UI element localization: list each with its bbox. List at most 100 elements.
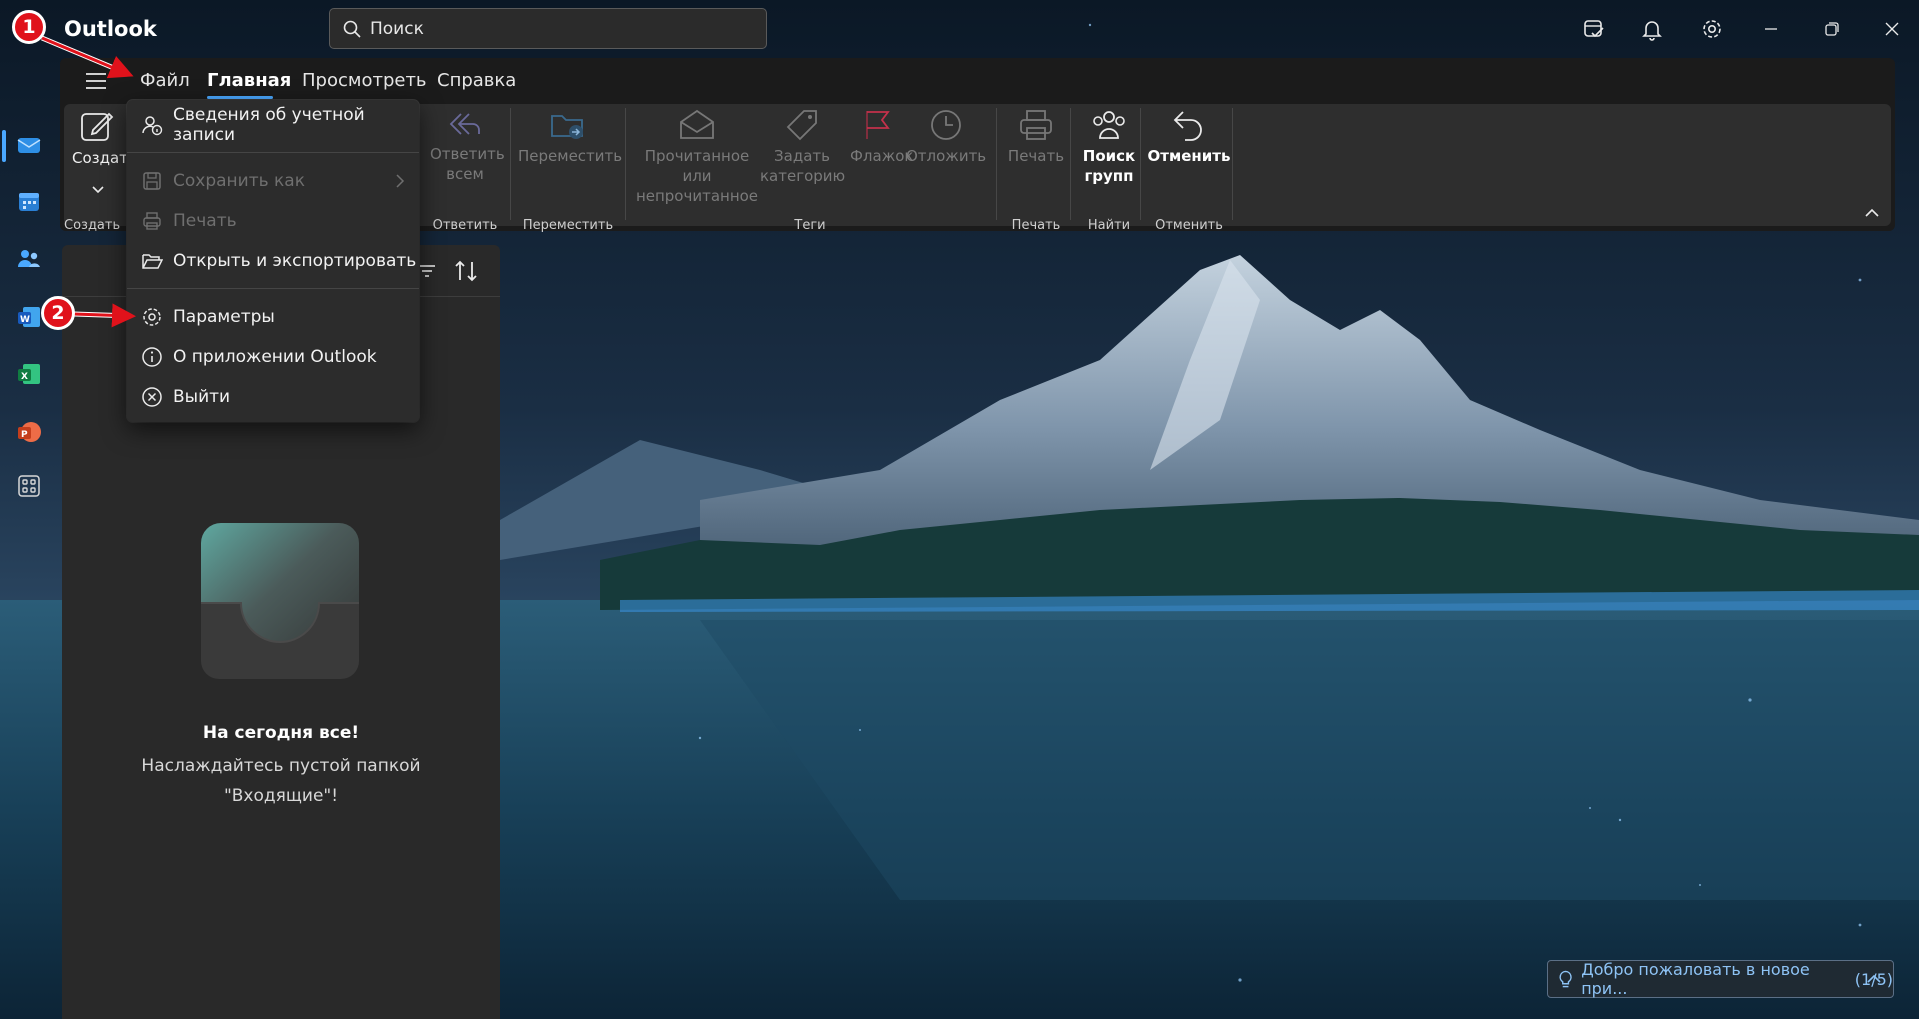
svg-text:W: W — [20, 315, 30, 325]
rail-excel-icon[interactable]: X — [13, 358, 45, 390]
empty-inbox-line2: "Входящие"! — [223, 786, 339, 806]
menu-item-label: Параметры — [173, 307, 275, 327]
step-marker-1: 1 — [12, 10, 46, 44]
reply-all-icon — [449, 113, 480, 135]
menu-item-save-as[interactable]: Сохранить как — [127, 163, 419, 199]
tab-home-underline — [207, 96, 273, 99]
menu-item-label: Печать — [173, 211, 237, 231]
undo-button[interactable]: Отменить — [1146, 108, 1232, 166]
reply-all-label-line1: Ответить — [430, 145, 505, 163]
menu-item-settings[interactable]: Параметры — [127, 299, 419, 335]
categorize-button[interactable]: Задать категорию — [760, 108, 845, 186]
rail-mail-icon[interactable] — [13, 129, 45, 161]
rail-active-indicator — [2, 130, 6, 162]
flag-label: Флажок — [850, 147, 914, 165]
tab-help[interactable]: Справка — [437, 70, 516, 91]
find-groups-line1: Поиск — [1082, 147, 1136, 165]
ribbon-separator — [625, 108, 626, 220]
group-label-tags: Теги — [794, 218, 826, 233]
step-marker-2: 2 — [41, 296, 75, 330]
find-groups-button[interactable]: Поиск групп — [1073, 108, 1145, 186]
create-chevron-icon[interactable] — [92, 186, 104, 194]
minimize-icon[interactable] — [1757, 15, 1785, 43]
gear-icon[interactable] — [1698, 15, 1726, 43]
gear-icon — [141, 306, 163, 328]
tab-view[interactable]: Просмотреть — [302, 70, 427, 91]
compose-icon — [81, 112, 114, 141]
print-button[interactable]: Печать — [1000, 108, 1072, 166]
filter-icon[interactable] — [418, 264, 436, 278]
snooze-label: Отложить — [906, 147, 987, 165]
group-label-find: Найти — [1087, 218, 1131, 233]
printer-icon — [1020, 110, 1052, 140]
ribbon-tabs: Файл Главная Просмотреть Справка — [60, 58, 1895, 104]
move-label: Переместить — [518, 147, 623, 165]
search-icon — [343, 20, 361, 38]
ribbon-separator — [1070, 108, 1071, 220]
restore-icon[interactable] — [1818, 15, 1846, 43]
reply-all-label-line2: всем — [446, 165, 484, 183]
envelope-open-icon — [680, 109, 714, 139]
hamburger-menu-icon[interactable] — [84, 70, 108, 92]
menu-item-label: О приложении Outlook — [173, 347, 377, 367]
bell-icon[interactable] — [1638, 15, 1666, 43]
sort-icon[interactable] — [454, 260, 478, 282]
menu-item-label: Открыть и экспортировать — [173, 251, 417, 271]
move-button[interactable]: Переместить — [518, 108, 622, 166]
menu-item-about[interactable]: О приложении Outlook — [127, 339, 419, 375]
people-group-icon — [1093, 111, 1125, 139]
read-unread-line1: Прочитанное или — [644, 147, 750, 185]
read-unread-button[interactable]: Прочитанное или непрочитанное — [632, 108, 762, 206]
menu-item-print[interactable]: Печать — [127, 203, 419, 239]
tag-icon — [786, 110, 817, 141]
rail-word-icon[interactable]: W — [13, 301, 45, 333]
clock-icon — [931, 110, 961, 140]
my-day-icon[interactable] — [1580, 15, 1608, 43]
undo-label: Отменить — [1147, 147, 1231, 165]
app-rail: W X P — [0, 58, 58, 1019]
reply-all-button[interactable]: Ответить всем — [430, 108, 505, 184]
rail-apps-icon[interactable] — [13, 470, 45, 502]
menu-item-open-export[interactable]: Открыть и экспортировать — [127, 243, 419, 279]
chevron-right-icon — [396, 174, 405, 188]
menu-item-exit[interactable]: Выйти — [127, 379, 419, 415]
tab-file[interactable]: Файл — [140, 70, 190, 91]
rail-powerpoint-icon[interactable]: P — [13, 416, 45, 448]
folder-open-icon — [141, 250, 163, 272]
tab-home[interactable]: Главная — [207, 70, 291, 91]
menu-item-account-info[interactable]: Сведения об учетной записи — [127, 105, 419, 145]
group-label-print: Печать — [1011, 218, 1061, 233]
rail-people-icon[interactable] — [13, 243, 45, 275]
svg-text:X: X — [21, 372, 28, 382]
flag-icon — [866, 111, 890, 139]
menu-divider — [127, 152, 419, 153]
menu-item-label: Сведения об учетной записи — [173, 105, 365, 145]
search-box[interactable]: Поиск — [329, 8, 767, 49]
save-icon — [141, 170, 163, 192]
menu-item-label: Сохранить как — [173, 171, 305, 191]
app-title: Outlook — [64, 17, 157, 41]
ribbon-separator — [1232, 108, 1233, 220]
flag-button[interactable]: Флажок — [850, 108, 913, 166]
categorize-line1: Задать — [774, 147, 830, 165]
collapse-ribbon-icon[interactable] — [1863, 206, 1881, 220]
read-unread-line2: непрочитанное — [635, 187, 759, 205]
account-info-icon — [141, 114, 163, 136]
chevron-up-icon[interactable] — [1867, 974, 1881, 984]
close-circle-icon — [141, 386, 163, 408]
empty-inbox-message: Наслаждайтесь пустой папкой "Входящие"! — [102, 751, 460, 811]
welcome-toast[interactable]: Добро пожаловать в новое при... (1/5) — [1547, 960, 1894, 998]
group-label-move: Переместить — [522, 218, 614, 233]
undo-icon — [1173, 111, 1202, 141]
search-placeholder: Поиск — [370, 18, 424, 39]
ribbon-separator — [996, 108, 997, 220]
create-button[interactable]: Создать — [72, 108, 137, 168]
close-icon[interactable] — [1878, 15, 1906, 43]
move-folder-icon — [551, 115, 583, 139]
empty-inbox-line1: Наслаждайтесь пустой папкой — [141, 756, 421, 776]
ribbon-separator — [1140, 108, 1141, 220]
info-icon — [141, 346, 163, 368]
snooze-button[interactable]: Отложить — [906, 108, 986, 166]
svg-text:P: P — [21, 430, 28, 440]
rail-calendar-icon[interactable] — [13, 186, 45, 218]
